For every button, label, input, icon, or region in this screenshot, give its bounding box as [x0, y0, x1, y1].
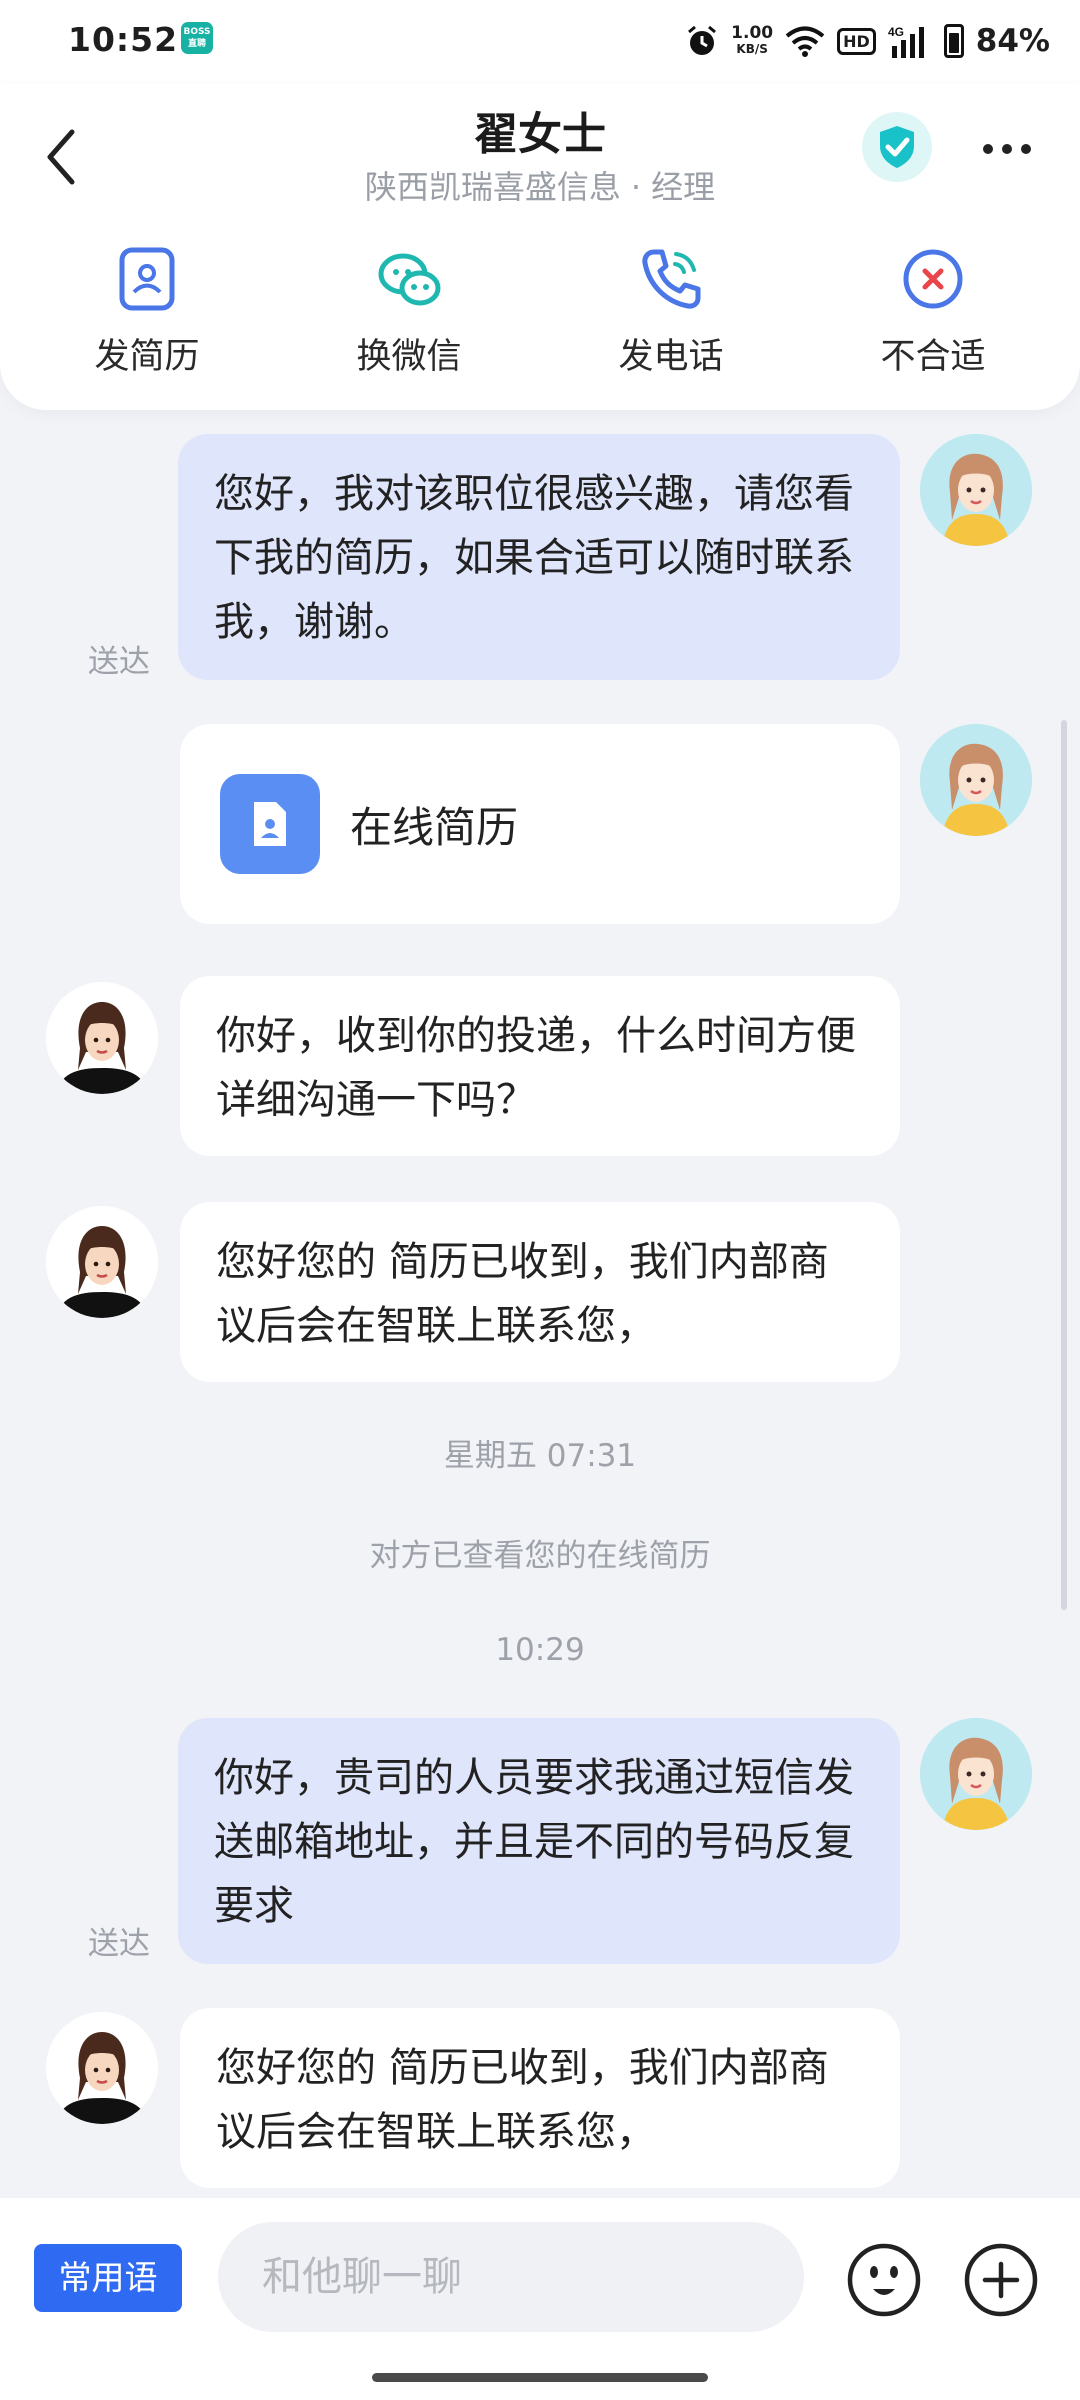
more-plus-button[interactable]	[963, 2242, 1039, 2318]
their-message-bubble[interactable]: 您好您的 简历已收到，我们内部商议后会在智联上联系您，	[180, 1202, 900, 1382]
my-message-bubble[interactable]: 你好，贵司的人员要求我通过短信发送邮箱地址，并且是不同的号码反复要求	[178, 1718, 900, 1964]
resume-doc-icon	[254, 802, 286, 846]
message-text: 您好您的 简历已收到，我们内部商议后会在智联上联系您，	[216, 1239, 829, 1349]
message-text: 您好您的 简历已收到，我们内部商议后会在智联上联系您，	[216, 2045, 829, 2155]
status-bar: 10:52 BOSS 直聘 1.00 KB/S HD 4G 84%	[0, 0, 1080, 84]
not-suitable-icon	[903, 249, 963, 309]
common-phrases-button[interactable]: 常用语	[34, 2244, 182, 2312]
input-bar: 常用语	[0, 2198, 1080, 2400]
more-dot-icon	[1002, 144, 1012, 154]
their-message-bubble[interactable]: 你好，收到你的投递，什么时间方便详细沟通一下吗？	[180, 976, 900, 1156]
hr-avatar[interactable]	[46, 1206, 158, 1318]
phone-icon	[642, 249, 701, 309]
hr-avatar-icon	[46, 1206, 158, 1318]
net-rate-unit: KB/S	[736, 42, 768, 56]
company-name: 陕西凯瑞喜盛信息	[364, 168, 621, 206]
home-indicator[interactable]	[372, 2373, 708, 2382]
exchange-wechat-action[interactable]: 换微信	[278, 244, 540, 384]
hr-avatar[interactable]	[46, 982, 158, 1094]
verified-button[interactable]	[862, 112, 932, 182]
signal-icon: 4G	[888, 25, 924, 58]
hr-avatar-icon	[46, 982, 158, 1094]
more-options-button[interactable]	[975, 122, 1039, 176]
action-label: 不合适	[880, 337, 986, 377]
my-message-bubble[interactable]: 您好，我对该职位很感兴趣，请您看下我的简历，如果合适可以随时联系我，谢谢。	[178, 434, 900, 680]
battery-icon	[943, 24, 964, 58]
subtitle-separator: ·	[630, 168, 642, 206]
online-resume-label: 在线简历	[350, 803, 519, 852]
net-rate: 1.00 KB/S	[731, 25, 773, 57]
send-phone-action[interactable]: 发电话	[540, 244, 802, 384]
alarm-icon	[688, 25, 717, 55]
scrollbar[interactable]	[1061, 720, 1067, 1610]
chat-screen: 10:52 BOSS 直聘 1.00 KB/S HD 4G 84% 翟女士 陕西…	[0, 0, 1080, 2400]
hr-avatar[interactable]	[46, 2012, 158, 2124]
verified-shield-icon	[880, 126, 914, 168]
hd-badge: HD	[837, 27, 876, 55]
system-notice: 对方已查看您的在线简历	[369, 1538, 711, 1574]
resume-icon	[119, 247, 175, 311]
delivery-status: 送达	[88, 644, 150, 680]
not-suitable-action[interactable]: 不合适	[802, 244, 1064, 384]
chat-header: 翟女士 陕西凯瑞喜盛信息 · 经理 发简历 换微信 发电话 不合适	[0, 84, 1080, 410]
contact-position: 经理	[651, 168, 716, 206]
message-text: 你好，收到你的投递，什么时间方便详细沟通一下吗？	[216, 1013, 856, 1123]
my-avatar[interactable]	[920, 434, 1032, 546]
action-label: 发电话	[618, 337, 724, 377]
send-resume-action[interactable]: 发简历	[16, 244, 278, 384]
status-icons: 1.00 KB/S HD 4G 84%	[685, 18, 1050, 64]
battery-percent: 84%	[975, 23, 1050, 59]
online-resume-card[interactable]: 在线简历	[180, 724, 900, 924]
wechat-icon	[378, 253, 441, 306]
my-avatar[interactable]	[920, 724, 1032, 836]
my-avatar[interactable]	[920, 1718, 1032, 1830]
message-input[interactable]	[218, 2222, 804, 2332]
boss-app-icon: BOSS 直聘	[181, 22, 213, 54]
status-time: 10:52	[68, 20, 179, 59]
more-dot-icon	[1021, 144, 1031, 154]
wifi-icon	[785, 26, 825, 57]
action-label: 换微信	[356, 337, 462, 377]
message-text: 您好，我对该职位很感兴趣，请您看下我的简历，如果合适可以随时联系我，谢谢。	[214, 471, 854, 645]
delivery-status: 送达	[88, 1926, 150, 1962]
user-avatar-icon	[920, 724, 1032, 836]
net-rate-value: 1.00	[731, 23, 774, 43]
user-avatar-icon	[920, 434, 1032, 546]
quick-actions: 发简历 换微信 发电话 不合适	[0, 244, 1080, 384]
message-list[interactable]: 您好，我对该职位很感兴趣，请您看下我的简历，如果合适可以随时联系我，谢谢。 送达	[0, 410, 1080, 2198]
emoji-button[interactable]	[846, 2242, 922, 2318]
hr-avatar-icon	[46, 2012, 158, 2124]
signal-4g-text: 4G	[888, 25, 904, 39]
message-text: 你好，贵司的人员要求我通过短信发送邮箱地址，并且是不同的号码反复要求	[214, 1755, 854, 1929]
chat-timestamp: 10:29	[495, 1632, 585, 1668]
online-resume-icon	[220, 774, 320, 874]
action-label: 发简历	[94, 337, 200, 377]
user-avatar-icon	[920, 1718, 1032, 1830]
their-message-bubble[interactable]: 您好您的 简历已收到，我们内部商议后会在智联上联系您，	[180, 2008, 900, 2188]
more-dot-icon	[983, 144, 993, 154]
chat-timestamp: 星期五 07:31	[443, 1438, 637, 1474]
